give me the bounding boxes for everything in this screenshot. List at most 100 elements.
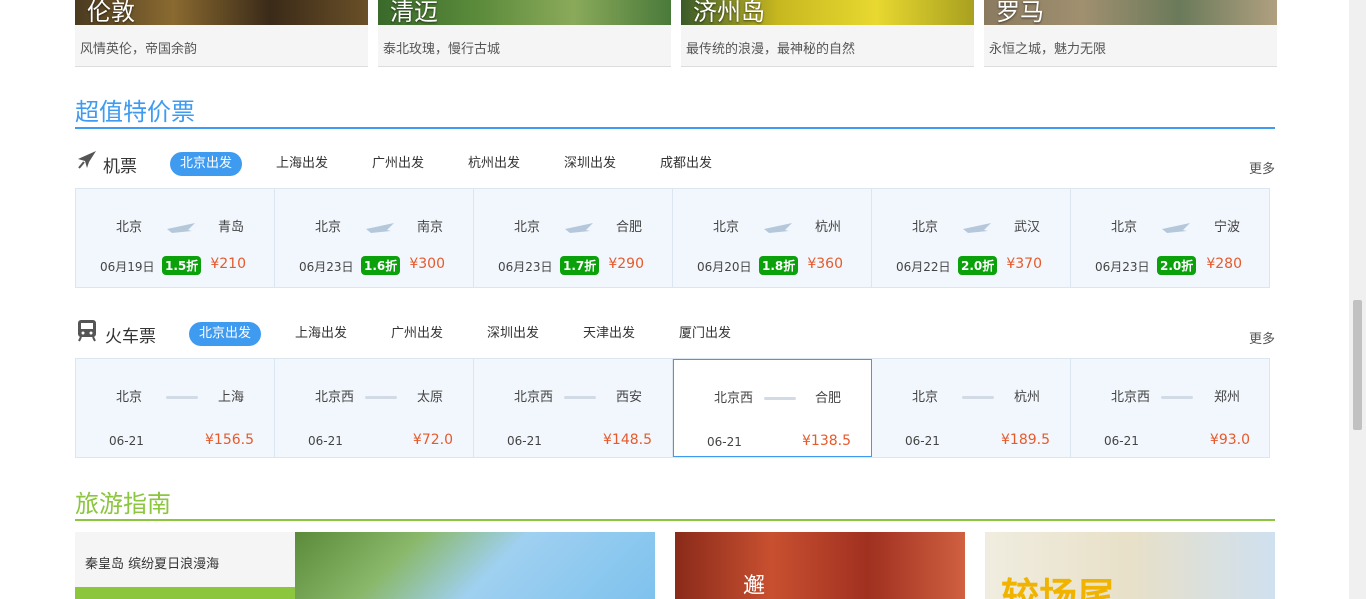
train-price: ¥156.5 [205, 432, 254, 448]
flight-price: ¥360 [807, 256, 843, 272]
guide-image-sign-text: 较场尾 [1001, 575, 1116, 599]
train-date: 06-21 [707, 435, 742, 449]
flight-price: ¥370 [1006, 256, 1042, 272]
destination-name: 清迈 [390, 0, 438, 25]
tab-trains-shenzhen[interactable]: 深圳出发 [487, 322, 539, 346]
section-title-deals: 超值特价票 [75, 98, 195, 126]
guide-feature-card[interactable]: 秦皇岛 缤纷夏日浪漫海 [75, 532, 295, 599]
scrollbar-thumb[interactable] [1353, 300, 1362, 430]
flight-price: ¥290 [608, 256, 644, 272]
destination-desc: 风情英伦，帝国余韵 [80, 42, 198, 57]
tab-trains-guangzhou[interactable]: 广州出发 [391, 322, 443, 346]
flights-tab-row: 机票 北京出发 上海出发 广州出发 杭州出发 深圳出发 成都出发 更多 [75, 148, 1275, 178]
train-icon [78, 320, 96, 342]
flight-from: 北京 [1111, 220, 1138, 235]
flight-date: 06月19日 [100, 260, 155, 274]
flight-discount-badge: 1.7折 [560, 256, 600, 275]
destination-image: 罗马 [984, 0, 1277, 25]
train-from: 北京西 [514, 390, 554, 405]
flight-from: 北京 [514, 220, 541, 235]
destination-image: 伦敦 [75, 0, 368, 25]
train-from: 北京 [116, 390, 143, 405]
guide-image-sign[interactable]: 较场尾 [985, 532, 1275, 599]
train-from: 北京西 [315, 390, 355, 405]
trains-label: 火车票 [105, 327, 156, 347]
flight-card[interactable]: 北京 合肥 06月23日 1.7折 ¥290 [474, 189, 673, 287]
destination-desc: 最传统的浪漫，最神秘的自然 [686, 42, 856, 57]
flight-to: 青岛 [217, 220, 244, 235]
train-from: 北京西 [714, 391, 754, 406]
tab-flights-shenzhen[interactable]: 深圳出发 [564, 152, 616, 176]
train-date: 06-21 [109, 434, 144, 448]
train-date: 06-21 [507, 434, 542, 448]
flight-date: 06月23日 [498, 260, 553, 274]
guide-feature-bar [75, 587, 295, 599]
train-card[interactable]: 北京西 太原 06-21 ¥72.0 [275, 359, 474, 457]
tab-flights-guangzhou[interactable]: 广州出发 [372, 152, 424, 176]
tab-trains-tianjin[interactable]: 天津出发 [583, 322, 635, 346]
train-route-line [1161, 396, 1193, 399]
train-price: ¥93.0 [1209, 432, 1250, 448]
section-divider-guide [75, 519, 1275, 521]
destination-card-jeju[interactable]: 济州岛 最传统的浪漫，最神秘的自然 [681, 0, 974, 67]
plane-route-icon [565, 223, 593, 233]
train-from: 北京 [912, 390, 939, 405]
train-card[interactable]: 北京西 合肥 06-21 ¥138.5 [673, 359, 872, 457]
section-title-guide: 旅游指南 [75, 490, 171, 518]
tab-flights-chengdu[interactable]: 成都出发 [660, 152, 712, 176]
destination-cards: 伦敦 风情英伦，帝国余韵 清迈 泰北玫瑰，慢行古城 济州岛 最传统的浪漫，最神秘… [75, 0, 1277, 67]
flight-card[interactable]: 北京 宁波 06月23日 2.0折 ¥280 [1071, 189, 1270, 287]
guide-image-street[interactable]: 邂 [675, 532, 965, 599]
flight-to: 南京 [416, 220, 443, 235]
flight-discount-badge: 2.0折 [1157, 256, 1197, 275]
tab-flights-beijing[interactable]: 北京出发 [170, 152, 243, 176]
tab-flights-shanghai[interactable]: 上海出发 [276, 152, 328, 176]
destination-image: 济州岛 [681, 0, 974, 25]
train-date: 06-21 [308, 434, 343, 448]
train-price: ¥138.5 [802, 433, 851, 449]
destination-card-london[interactable]: 伦敦 风情英伦，帝国余韵 [75, 0, 368, 67]
flight-price: ¥210 [210, 256, 246, 272]
flights-more-link[interactable]: 更多 [1249, 158, 1275, 177]
guide-image-beach[interactable] [295, 532, 655, 599]
train-card[interactable]: 北京西 郑州 06-21 ¥93.0 [1071, 359, 1270, 457]
flight-to: 宁波 [1213, 220, 1240, 235]
flight-discount-badge: 1.8折 [759, 256, 799, 275]
train-card[interactable]: 北京 杭州 06-21 ¥189.5 [872, 359, 1071, 457]
destination-desc: 永恒之城，魅力无限 [989, 42, 1107, 57]
page-scrollbar[interactable] [1349, 0, 1366, 599]
tab-flights-hangzhou[interactable]: 杭州出发 [468, 152, 520, 176]
train-to: 杭州 [1013, 390, 1040, 405]
flight-discount-badge: 1.5折 [162, 256, 202, 275]
flight-card[interactable]: 北京 杭州 06月20日 1.8折 ¥360 [673, 189, 872, 287]
train-price: ¥148.5 [603, 432, 652, 448]
train-route-line [166, 396, 198, 399]
train-date: 06-21 [905, 434, 940, 448]
train-card[interactable]: 北京西 西安 06-21 ¥148.5 [474, 359, 673, 457]
train-route-line [365, 396, 397, 399]
flight-card[interactable]: 北京 南京 06月23日 1.6折 ¥300 [275, 189, 474, 287]
flight-to: 武汉 [1013, 220, 1040, 235]
plane-route-icon [366, 223, 394, 233]
destination-name: 伦敦 [87, 0, 135, 25]
flights-grid: 北京 青岛 06月19日 1.5折 ¥210 北京 南京 06月23日 1.6折 ¥300 北京 合肥… [75, 188, 1270, 288]
destination-card-rome[interactable]: 罗马 永恒之城，魅力无限 [984, 0, 1277, 67]
guide-feature-title: 秦皇岛 缤纷夏日浪漫海 [85, 557, 220, 572]
train-to: 合肥 [814, 391, 841, 406]
train-price: ¥72.0 [412, 432, 453, 448]
destination-card-chiangmai[interactable]: 清迈 泰北玫瑰，慢行古城 [378, 0, 671, 67]
flight-date: 06月20日 [697, 260, 752, 274]
plane-route-icon [963, 223, 991, 233]
tab-trains-shanghai[interactable]: 上海出发 [295, 322, 347, 346]
flight-card[interactable]: 北京 武汉 06月22日 2.0折 ¥370 [872, 189, 1071, 287]
flight-to: 杭州 [814, 220, 841, 235]
trains-more-link[interactable]: 更多 [1249, 328, 1275, 347]
trains-grid: 北京 上海 06-21 ¥156.5 北京西 太原 06-21 ¥72.0 北京西 西安 06-21… [75, 358, 1270, 458]
train-card[interactable]: 北京 上海 06-21 ¥156.5 [76, 359, 275, 457]
tab-trains-xiamen[interactable]: 厦门出发 [679, 322, 731, 346]
train-price: ¥189.5 [1001, 432, 1050, 448]
flights-label: 机票 [103, 157, 137, 177]
flight-date: 06月23日 [299, 260, 354, 274]
flight-card[interactable]: 北京 青岛 06月19日 1.5折 ¥210 [76, 189, 275, 287]
tab-trains-beijing[interactable]: 北京出发 [189, 322, 262, 346]
